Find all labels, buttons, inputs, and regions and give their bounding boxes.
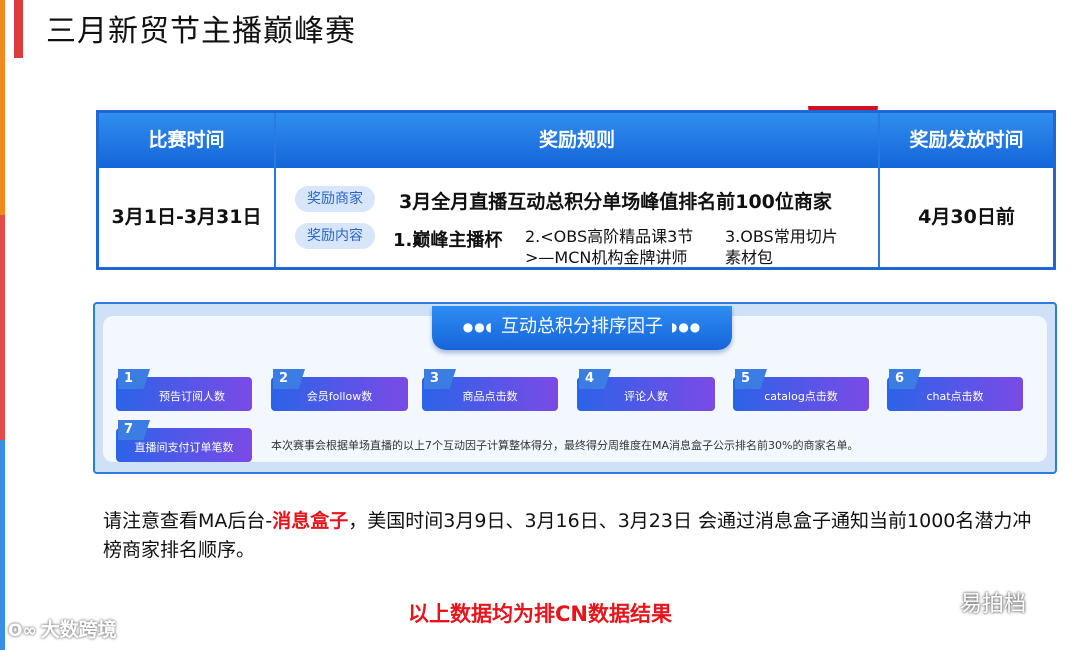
factor-label: 直播间支付订单笔数 — [134, 441, 234, 454]
factor-number: 2 — [273, 369, 305, 389]
factor-number: 7 — [118, 420, 150, 440]
title-accent-bar — [14, 0, 23, 58]
factor-heading: ●●◖ 互动总积分排序因子 ◗●● — [432, 306, 732, 350]
header-payout: 奖励发放时间 — [909, 129, 1024, 151]
factor-chip-4: 4 评论人数 — [577, 369, 715, 411]
factor-label: catalog点击数 — [764, 390, 838, 403]
reward-table-header: 比赛时间 奖励规则 奖励发放时间 — [99, 113, 1053, 168]
left-color-strip — [0, 0, 5, 650]
watermark-left-text: 大数跨境 — [40, 619, 117, 641]
notice-prefix: 请注意查看MA后台- — [103, 510, 273, 532]
watermark-right-text: 易拍档 — [960, 592, 1027, 617]
page-title: 三月新贸节主播巅峰赛 — [46, 14, 356, 49]
factor-number: 1 — [118, 369, 150, 389]
notice-text: 请注意查看MA后台-消息盒子，美国时间3月9日、3月16日、3月23日 会通过消… — [103, 507, 1043, 565]
dots-icon: ◗●● — [671, 320, 702, 334]
reward-table: 比赛时间 奖励规则 奖励发放时间 3月1日-3月31日 奖励商家 3月全月直播互… — [96, 110, 1056, 270]
merchant-rule: 3月全月直播互动总积分单场峰值排名前100位商家 — [399, 191, 832, 213]
factor-number: 6 — [889, 369, 921, 389]
header-period: 比赛时间 — [148, 129, 225, 151]
dots-icon: ●●◖ — [462, 320, 493, 334]
factor-number: 4 — [579, 369, 611, 389]
factor-number: 5 — [735, 369, 767, 389]
factor-label: 会员follow数 — [306, 390, 373, 403]
reward-2-line2: >—MCN机构金牌讲师 — [525, 248, 688, 267]
factor-chip-7: 7 直播间支付订单笔数 — [116, 420, 252, 462]
factor-chip-3: 3 商品点击数 — [422, 369, 558, 411]
factor-label: 商品点击数 — [462, 390, 518, 403]
header-rules: 奖励规则 — [538, 129, 615, 151]
watermark-right: 易拍档 — [918, 586, 1026, 618]
wechat-icon — [919, 593, 953, 617]
notice-highlight: 消息盒子 — [272, 510, 349, 532]
payout-cell: 4月30日前 — [918, 206, 1015, 228]
factor-number: 3 — [424, 369, 456, 389]
watermark-left: ʘ∞ 大数跨境 — [8, 615, 117, 642]
factor-heading-label: 互动总积分排序因子 — [501, 316, 663, 337]
period-cell: 3月1日-3月31日 — [111, 206, 262, 228]
factor-label: chat点击数 — [926, 390, 984, 403]
factor-label: 评论人数 — [624, 390, 668, 403]
factor-chip-1: 1 预告订阅人数 — [116, 369, 252, 411]
factor-label: 预告订阅人数 — [159, 390, 225, 403]
content-tag: 奖励内容 — [295, 223, 375, 249]
reward-1: 1.巅峰主播杯 — [393, 230, 503, 251]
logo-icon: ʘ∞ — [8, 621, 37, 641]
factor-note: 本次赛事会根据单场直播的以上7个互动因子计算整体得分，最终得分周维度在MA消息盒… — [271, 439, 859, 452]
table-divider — [274, 113, 276, 267]
reward-3-line2: 素材包 — [725, 248, 774, 267]
factor-chip-6: 6 chat点击数 — [887, 369, 1023, 411]
merchant-tag: 奖励商家 — [295, 186, 375, 212]
factor-chip-5: 5 catalog点击数 — [733, 369, 869, 411]
factor-chip-2: 2 会员follow数 — [271, 369, 408, 411]
